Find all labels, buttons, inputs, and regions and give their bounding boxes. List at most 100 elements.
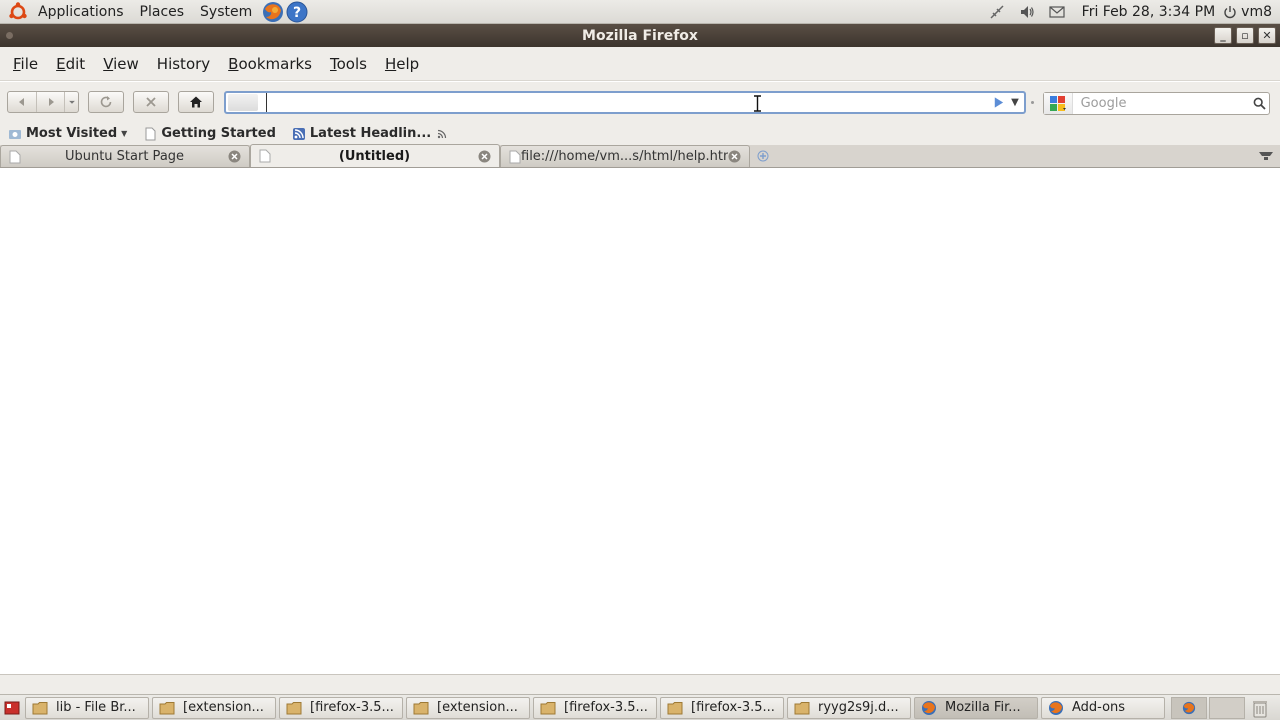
search-button[interactable]: [1251, 97, 1269, 110]
bookmark-getting-started[interactable]: Getting Started: [143, 126, 276, 141]
task-firefox-3-5-2[interactable]: [firefox-3.5...: [533, 696, 657, 719]
menu-view[interactable]: View: [94, 55, 148, 73]
reload-button[interactable]: [88, 91, 124, 113]
url-bar[interactable]: ▼: [224, 91, 1026, 114]
task-lib-file-browser[interactable]: lib - File Br...: [25, 696, 149, 719]
task-extension-2[interactable]: [extension...: [406, 696, 530, 719]
rss-icon: [438, 129, 447, 138]
task-extension-1[interactable]: [extension...: [152, 696, 276, 719]
task-add-ons[interactable]: Add-ons: [1041, 696, 1165, 719]
tab-close-icon[interactable]: [728, 150, 741, 163]
bottom-panel: lib - File Br... [extension... [firefox-…: [0, 694, 1280, 720]
ubuntu-logo-icon[interactable]: [8, 1, 28, 22]
svg-text:?: ?: [293, 5, 301, 21]
folder-icon: [32, 701, 48, 714]
menu-file-label: ile: [20, 54, 39, 73]
chevron-down-icon: ▼: [121, 129, 128, 138]
mail-icon[interactable]: [1048, 3, 1066, 21]
go-arrow-icon: [994, 97, 1003, 108]
task-mozilla-firefox[interactable]: Mozilla Fir...: [914, 696, 1038, 719]
url-history-dropdown[interactable]: ▼: [1006, 95, 1024, 111]
search-input[interactable]: [1072, 96, 1251, 111]
home-button[interactable]: [178, 91, 214, 113]
trash-icon[interactable]: [1251, 698, 1269, 718]
close-button[interactable]: ✕: [1258, 27, 1276, 44]
task-label: Add-ons: [1072, 700, 1126, 715]
menu-file-mnemonic: F: [13, 54, 21, 73]
stop-icon: [146, 97, 156, 107]
forward-button[interactable]: [36, 92, 64, 112]
menu-help-label: elp: [396, 54, 420, 73]
history-dropdown-button[interactable]: [64, 92, 78, 112]
page-icon: [145, 127, 156, 140]
list-all-tabs-icon[interactable]: [1258, 149, 1274, 163]
user-menu[interactable]: vm8: [1223, 4, 1272, 20]
menu-tools-label: ools: [336, 54, 367, 73]
menu-help[interactable]: Help: [376, 55, 428, 73]
task-label: [extension...: [437, 700, 518, 715]
site-identity-icon[interactable]: [228, 94, 258, 111]
search-engine-selector[interactable]: [1044, 93, 1073, 114]
task-firefox-3-5-3[interactable]: [firefox-3.5...: [660, 696, 784, 719]
workspace-1[interactable]: [1171, 696, 1207, 719]
task-label: [extension...: [183, 700, 264, 715]
task-firefox-3-5-1[interactable]: [firefox-3.5...: [279, 696, 403, 719]
page-content[interactable]: [0, 168, 1280, 674]
task-label: ryyg2s9j.d...: [818, 700, 899, 715]
window-title: Mozilla Firefox: [582, 27, 698, 44]
tab-close-icon[interactable]: [228, 150, 241, 163]
system-menu[interactable]: System: [192, 0, 260, 24]
menu-tools[interactable]: Tools: [321, 55, 376, 73]
task-label: lib - File Br...: [56, 700, 136, 715]
show-desktop-button[interactable]: [2, 698, 22, 718]
menu-bookmarks-mnemonic: B: [228, 54, 239, 73]
menu-bookmarks[interactable]: Bookmarks: [219, 55, 321, 73]
folder-icon: [413, 701, 429, 714]
tab-label: file:///home/vm...s/html/help.htm: [521, 149, 728, 164]
window-menu-icon[interactable]: [6, 32, 13, 39]
tab-help-htm[interactable]: file:///home/vm...s/html/help.htm: [500, 145, 750, 167]
task-label: Mozilla Fir...: [945, 700, 1021, 715]
tab-close-icon[interactable]: [478, 150, 491, 163]
toolbar-separator: [1031, 101, 1034, 104]
network-disconnected-icon[interactable]: [988, 3, 1006, 21]
go-button[interactable]: [990, 95, 1006, 111]
tab-untitled[interactable]: (Untitled): [250, 144, 500, 167]
maximize-button[interactable]: ▫: [1236, 27, 1254, 44]
places-menu[interactable]: Places: [132, 0, 193, 24]
search-bar[interactable]: [1043, 92, 1270, 115]
live-bookmark-icon: [292, 127, 305, 140]
applications-menu[interactable]: Applications: [30, 0, 132, 24]
volume-icon[interactable]: [1018, 3, 1036, 21]
task-ryyg2s9j[interactable]: ryyg2s9j.d...: [787, 696, 911, 719]
url-input[interactable]: [266, 93, 990, 112]
tab-ubuntu-start-page[interactable]: Ubuntu Start Page: [0, 145, 250, 167]
help-launcher-icon[interactable]: ?: [286, 1, 308, 23]
window-titlebar[interactable]: Mozilla Firefox _ ▫ ✕: [0, 24, 1280, 47]
tab-strip: Ubuntu Start Page (Untitled) file:///hom…: [0, 144, 1280, 168]
back-button[interactable]: [8, 92, 36, 112]
workspace-2[interactable]: [1209, 696, 1245, 719]
task-label: [firefox-3.5...: [691, 700, 775, 715]
clock[interactable]: Fri Feb 28, 3:34 PM: [1082, 4, 1216, 20]
new-tab-icon[interactable]: [756, 149, 770, 163]
navigation-toolbar: ▼: [0, 82, 1280, 122]
menu-edit[interactable]: Edit: [47, 55, 94, 73]
folder-icon: [286, 701, 302, 714]
bookmarks-toolbar: Most Visited ▼ Getting Started Latest He…: [0, 122, 1280, 145]
back-forward-group: [7, 91, 79, 113]
bookmark-latest-headlines[interactable]: Latest Headlin...: [292, 126, 447, 141]
menu-history[interactable]: History: [148, 55, 219, 73]
firefox-icon: [922, 700, 936, 715]
menu-file[interactable]: File: [4, 55, 47, 73]
menu-bookmarks-label: ookmarks: [238, 54, 312, 73]
google-engine-icon: [1049, 95, 1066, 111]
stop-button[interactable]: [133, 91, 169, 113]
bookmark-most-visited[interactable]: Most Visited ▼: [8, 126, 127, 141]
minimize-button[interactable]: _: [1214, 27, 1232, 44]
menu-history-label: History: [156, 54, 211, 73]
folder-icon: [794, 701, 810, 714]
firefox-launcher-icon[interactable]: [262, 1, 284, 23]
menu-view-mnemonic: V: [103, 54, 114, 73]
bookmark-latest-headlines-label: Latest Headlin...: [309, 126, 432, 141]
